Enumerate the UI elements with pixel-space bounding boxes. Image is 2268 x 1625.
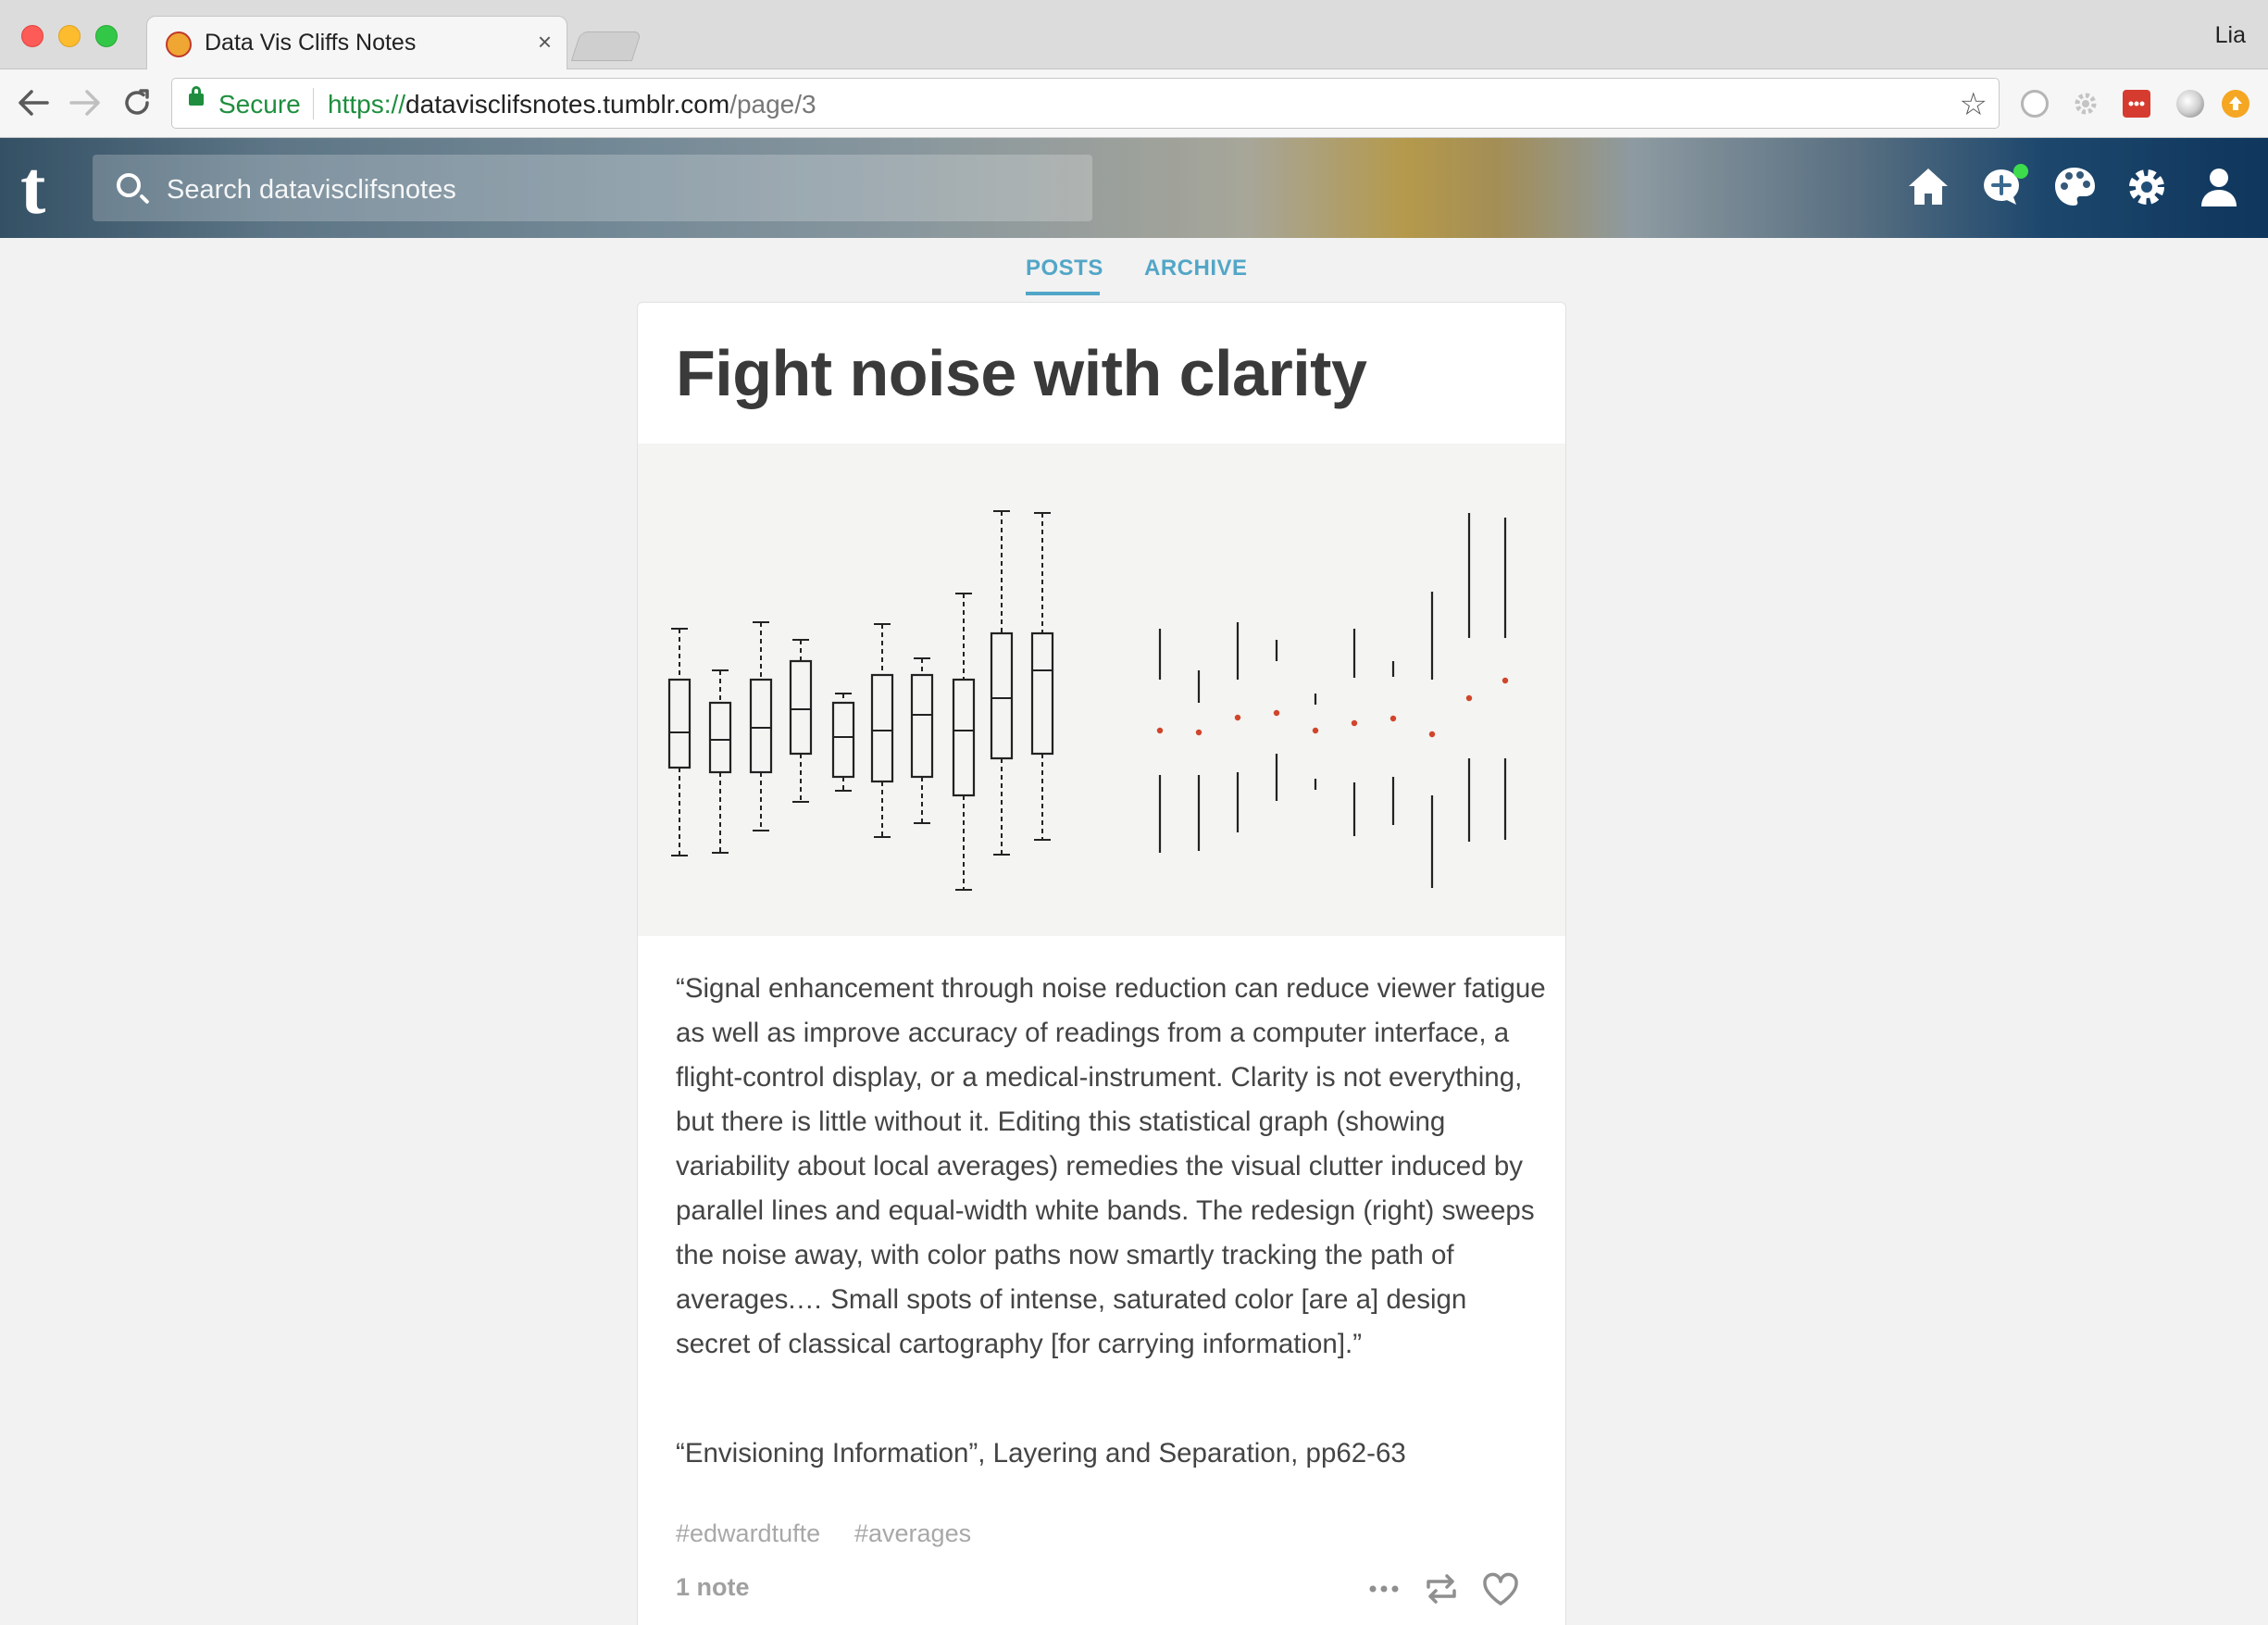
- box-rect: [1030, 631, 1054, 756]
- notes-count[interactable]: 1 note: [676, 1573, 750, 1602]
- account-icon[interactable]: [2196, 164, 2242, 210]
- address-bar[interactable]: Secure https://datavisclifsnotes.tumblr.…: [171, 78, 2000, 129]
- box-plot-comparison-figure: [667, 510, 1509, 891]
- reblog-icon[interactable]: [1421, 1569, 1462, 1609]
- lastpass-icon[interactable]: [2123, 90, 2150, 118]
- update-icon[interactable]: [2222, 90, 2249, 118]
- tab-title: Data Vis Cliffs Notes: [205, 30, 417, 56]
- average-dot: [1156, 727, 1164, 734]
- box-rect: [749, 678, 773, 774]
- tumblr-logo[interactable]: t: [20, 150, 45, 226]
- minimize-window-button[interactable]: [58, 25, 81, 47]
- average-dot: [1234, 714, 1241, 721]
- url-host: datavisclifsnotes.tumblr.com: [405, 90, 730, 119]
- compose-icon[interactable]: [1979, 164, 2028, 210]
- box-rect: [990, 631, 1014, 760]
- gear-icon[interactable]: [2124, 164, 2170, 210]
- post-image: [638, 444, 1565, 936]
- back-icon[interactable]: [13, 82, 54, 123]
- tag-link[interactable]: #edwardtufte: [676, 1519, 820, 1548]
- average-dot: [1273, 709, 1280, 717]
- box-rect: [667, 678, 692, 769]
- lock-icon: [189, 86, 204, 106]
- url-path: /page/3: [729, 90, 816, 119]
- maximize-window-button[interactable]: [95, 25, 118, 47]
- post-card: Fight noise with clarity “Signal enhance…: [637, 302, 1566, 1625]
- browser-tab[interactable]: Data Vis Cliffs Notes ×: [146, 16, 567, 70]
- star-icon[interactable]: ☆: [1960, 86, 1988, 123]
- extension-orb-icon[interactable]: [2176, 90, 2204, 118]
- tag-link[interactable]: #averages: [854, 1519, 971, 1548]
- average-dot: [1389, 715, 1397, 722]
- url-divider: [313, 88, 314, 119]
- extension-icon[interactable]: [2021, 90, 2049, 118]
- url-text[interactable]: https://datavisclifsnotes.tumblr.com/pag…: [328, 90, 816, 119]
- home-icon[interactable]: [1905, 164, 1951, 210]
- post-body: “Signal enhancement through noise reduct…: [676, 973, 1546, 1359]
- post-title: Fight noise with clarity: [676, 337, 1367, 409]
- forward-icon[interactable]: [65, 82, 106, 123]
- tab-active-indicator: [1026, 292, 1100, 295]
- average-dot: [1502, 677, 1509, 684]
- like-icon[interactable]: [1480, 1569, 1521, 1609]
- tumblr-header: t Search datavisclifsnotes: [0, 138, 2268, 238]
- average-dot: [1351, 719, 1358, 727]
- palette-icon[interactable]: [2051, 164, 2098, 210]
- tab-close-icon[interactable]: ×: [538, 28, 552, 56]
- new-tab-button[interactable]: [570, 31, 642, 61]
- reload-icon[interactable]: [117, 82, 157, 123]
- more-icon[interactable]: [1364, 1569, 1404, 1609]
- close-window-button[interactable]: [21, 25, 44, 47]
- average-dot: [1465, 694, 1473, 702]
- box-rect: [708, 701, 732, 774]
- average-dot: [1428, 731, 1436, 738]
- box-rect: [789, 659, 813, 756]
- extension-gear-icon[interactable]: [2072, 90, 2100, 118]
- url-scheme: https://: [328, 90, 406, 119]
- box-rect: [870, 673, 894, 783]
- favicon-icon: [166, 31, 192, 57]
- box-rect: [831, 701, 855, 779]
- tab-posts[interactable]: POSTS: [1026, 256, 1103, 281]
- post-source: “Envisioning Information”, Layering and …: [676, 1438, 1406, 1469]
- search-input[interactable]: Search datavisclifsnotes: [93, 155, 1092, 221]
- search-icon: [117, 173, 141, 197]
- search-placeholder: Search datavisclifsnotes: [167, 175, 456, 205]
- profile-name[interactable]: Lia: [2215, 22, 2246, 49]
- average-dot: [1312, 727, 1319, 734]
- browser-tab-strip: Data Vis Cliffs Notes × Lia: [0, 0, 2268, 70]
- browser-toolbar: Secure https://datavisclifsnotes.tumblr.…: [0, 69, 2268, 138]
- box-rect: [910, 673, 934, 779]
- tab-archive[interactable]: ARCHIVE: [1144, 256, 1248, 281]
- secure-label: Secure: [218, 90, 301, 119]
- average-dot: [1195, 729, 1203, 736]
- box-rect: [952, 678, 976, 797]
